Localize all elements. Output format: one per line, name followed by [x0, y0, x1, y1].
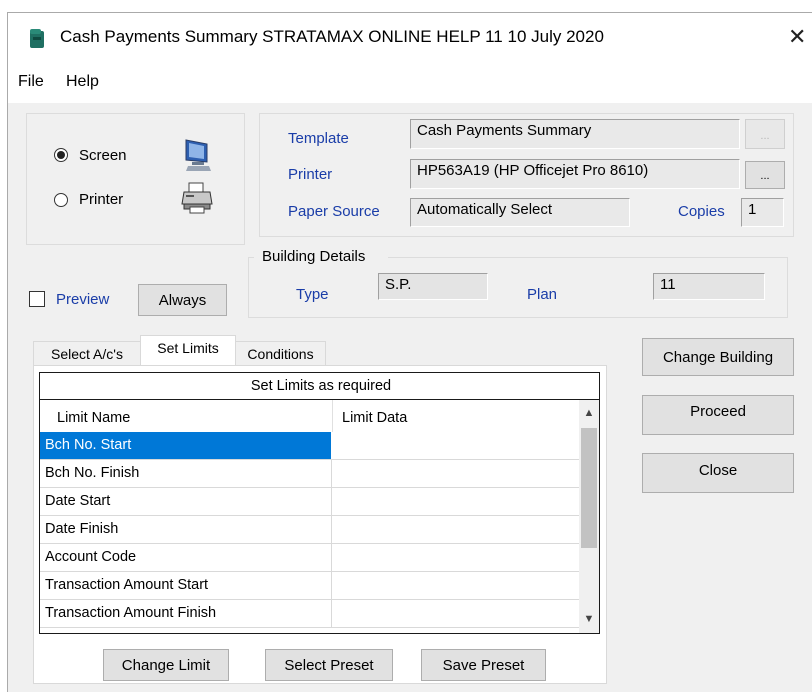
screen-label: Screen: [79, 147, 127, 164]
limit-name-cell: Bch No. Start: [40, 432, 332, 459]
limit-data-cell[interactable]: [332, 572, 591, 599]
template-browse-button: ...: [745, 119, 785, 149]
table-row[interactable]: Transaction Amount Finish: [40, 600, 591, 628]
limits-scrollbar[interactable]: ▲ ▼: [579, 400, 599, 633]
column-header-limit-data[interactable]: Limit Data: [342, 410, 407, 426]
scroll-down-icon[interactable]: ▼: [579, 608, 599, 630]
tab-conditions[interactable]: Conditions: [235, 341, 326, 367]
type-field: S.P.: [378, 273, 488, 300]
proceed-button[interactable]: Proceed: [642, 395, 794, 435]
monitor-icon: [185, 139, 211, 171]
type-label: Type: [296, 286, 329, 303]
preview-checkbox[interactable]: [29, 291, 45, 307]
menu-bar: File Help: [8, 63, 812, 103]
scrollbar-thumb[interactable]: [581, 428, 597, 548]
plan-field: 11: [653, 273, 765, 300]
limit-name-cell: Transaction Amount Finish: [40, 600, 332, 627]
building-details-label: Building Details: [259, 248, 369, 265]
template-label: Template: [288, 130, 349, 147]
close-icon[interactable]: ✕: [788, 24, 806, 50]
table-row[interactable]: Account Code: [40, 544, 591, 572]
limit-name-cell: Bch No. Finish: [40, 460, 332, 487]
app-icon: [30, 29, 44, 48]
limit-data-cell[interactable]: [332, 432, 591, 459]
table-row[interactable]: Transaction Amount Start: [40, 572, 591, 600]
preview-label: Preview: [56, 291, 110, 308]
table-row[interactable]: Bch No. Finish: [40, 460, 591, 488]
change-building-button[interactable]: Change Building: [642, 338, 794, 376]
table-row[interactable]: Bch No. Start: [40, 432, 591, 460]
tab-select-accounts[interactable]: Select A/c's: [33, 341, 141, 367]
column-header-limit-name[interactable]: Limit Name: [57, 410, 130, 426]
limit-data-cell[interactable]: [332, 460, 591, 487]
limit-name-cell: Account Code: [40, 544, 332, 571]
paper-source-label: Paper Source: [288, 203, 380, 220]
plan-label: Plan: [527, 286, 558, 303]
limits-grid-header: Limit Name Limit Data: [40, 400, 590, 433]
paper-source-field[interactable]: Automatically Select: [410, 198, 630, 227]
printer-field-label: Printer: [288, 166, 333, 183]
change-limit-button[interactable]: Change Limit: [103, 649, 229, 681]
limit-data-cell[interactable]: [332, 544, 591, 571]
printer-field[interactable]: HP563A19 (HP Officejet Pro 8610): [410, 159, 740, 189]
scroll-up-icon[interactable]: ▲: [579, 402, 599, 424]
copies-field[interactable]: 1: [741, 198, 784, 227]
screen-radio[interactable]: [54, 148, 68, 162]
select-preset-button[interactable]: Select Preset: [265, 649, 393, 681]
limits-grid: Limit Name Limit Data Bch No. Start Bch …: [39, 399, 600, 634]
limit-name-cell: Transaction Amount Start: [40, 572, 332, 599]
printer-browse-button[interactable]: ...: [745, 161, 785, 189]
copies-label: Copies: [678, 203, 725, 220]
limit-data-cell[interactable]: [332, 600, 591, 627]
save-preset-button[interactable]: Save Preset: [421, 649, 546, 681]
template-field: Cash Payments Summary: [410, 119, 740, 149]
limit-name-cell: Date Finish: [40, 516, 332, 543]
output-group: [26, 113, 245, 245]
limit-name-cell: Date Start: [40, 488, 332, 515]
tab-set-limits[interactable]: Set Limits: [140, 335, 236, 365]
table-row[interactable]: Date Finish: [40, 516, 591, 544]
printer-radio[interactable]: [54, 193, 68, 207]
printer-label: Printer: [79, 191, 124, 208]
set-limits-panel: Set Limits as required Limit Name Limit …: [33, 365, 607, 684]
menu-file[interactable]: File: [18, 73, 44, 91]
close-button[interactable]: Close: [642, 453, 794, 493]
table-row[interactable]: Date Start: [40, 488, 591, 516]
printer-icon: [181, 182, 213, 214]
limit-data-cell[interactable]: [332, 488, 591, 515]
always-button[interactable]: Always: [138, 284, 227, 316]
title-bar: Cash Payments Summary STRATAMAX ONLINE H…: [8, 13, 812, 63]
menu-help[interactable]: Help: [66, 73, 99, 91]
limits-caption: Set Limits as required: [250, 378, 392, 394]
window-title: Cash Payments Summary STRATAMAX ONLINE H…: [60, 27, 604, 46]
dialog-window: Cash Payments Summary STRATAMAX ONLINE H…: [7, 12, 812, 692]
limit-data-cell[interactable]: [332, 516, 591, 543]
